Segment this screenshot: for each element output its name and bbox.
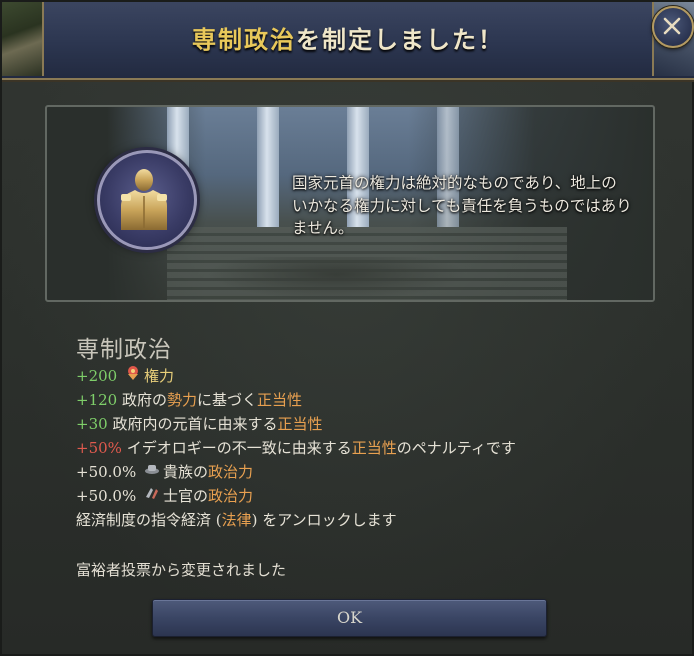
changed-from-text: 富裕者投票から変更されました xyxy=(76,561,287,579)
close-button[interactable] xyxy=(652,6,694,48)
aristocrats-icon xyxy=(144,460,160,484)
dialog-title: 専制政治を制定しました！ xyxy=(42,2,654,78)
law-flavor-quote: 国家元首の権力は絶対的なものであり、地上のいかなる権力に対しても責任を負うもので… xyxy=(292,174,632,237)
authority-icon xyxy=(125,364,141,388)
effect-ideology-penalty[interactable]: +50% イデオロギーの不一致に由来する正当性のペナルティです xyxy=(76,436,676,460)
effect-authority[interactable]: +200 権力 xyxy=(76,364,676,388)
title-law-name: 専制政治 xyxy=(192,25,296,54)
law-name: 専制政治 xyxy=(76,337,172,363)
effect-legitimacy-clout[interactable]: +120 政府の勢力に基づく正当性 xyxy=(76,388,676,412)
effect-legitimacy-head-of-state[interactable]: +30 政府内の元首に由来する正当性 xyxy=(76,412,676,436)
title-text: を制定しました！ xyxy=(296,25,504,54)
officers-icon xyxy=(144,484,160,508)
effect-unlock[interactable]: 経済制度の指令経済 (法律) をアンロックします xyxy=(76,508,676,532)
scene-crowd xyxy=(207,257,467,300)
scene-column xyxy=(257,107,279,227)
head-of-state-portrait-icon xyxy=(97,150,197,250)
effect-officers-clout[interactable]: +50.0% 士官の政治力 xyxy=(76,484,676,508)
dialog-header: 専制政治を制定しました！ xyxy=(2,2,694,80)
law-effects-list: +200 権力 +120 政府の勢力に基づく正当性 +30 政府内の元首に由来す… xyxy=(76,364,676,532)
header-ornament-left xyxy=(2,2,44,76)
ok-button[interactable]: OK xyxy=(152,599,547,637)
effect-aristocrats-clout[interactable]: +50.0% 貴族の政治力 xyxy=(76,460,676,484)
law-enacted-dialog: 専制政治を制定しました！ 国家元首の権力は絶対的なものであり、地上のいかなる権力… xyxy=(0,0,694,656)
close-icon xyxy=(663,17,681,35)
